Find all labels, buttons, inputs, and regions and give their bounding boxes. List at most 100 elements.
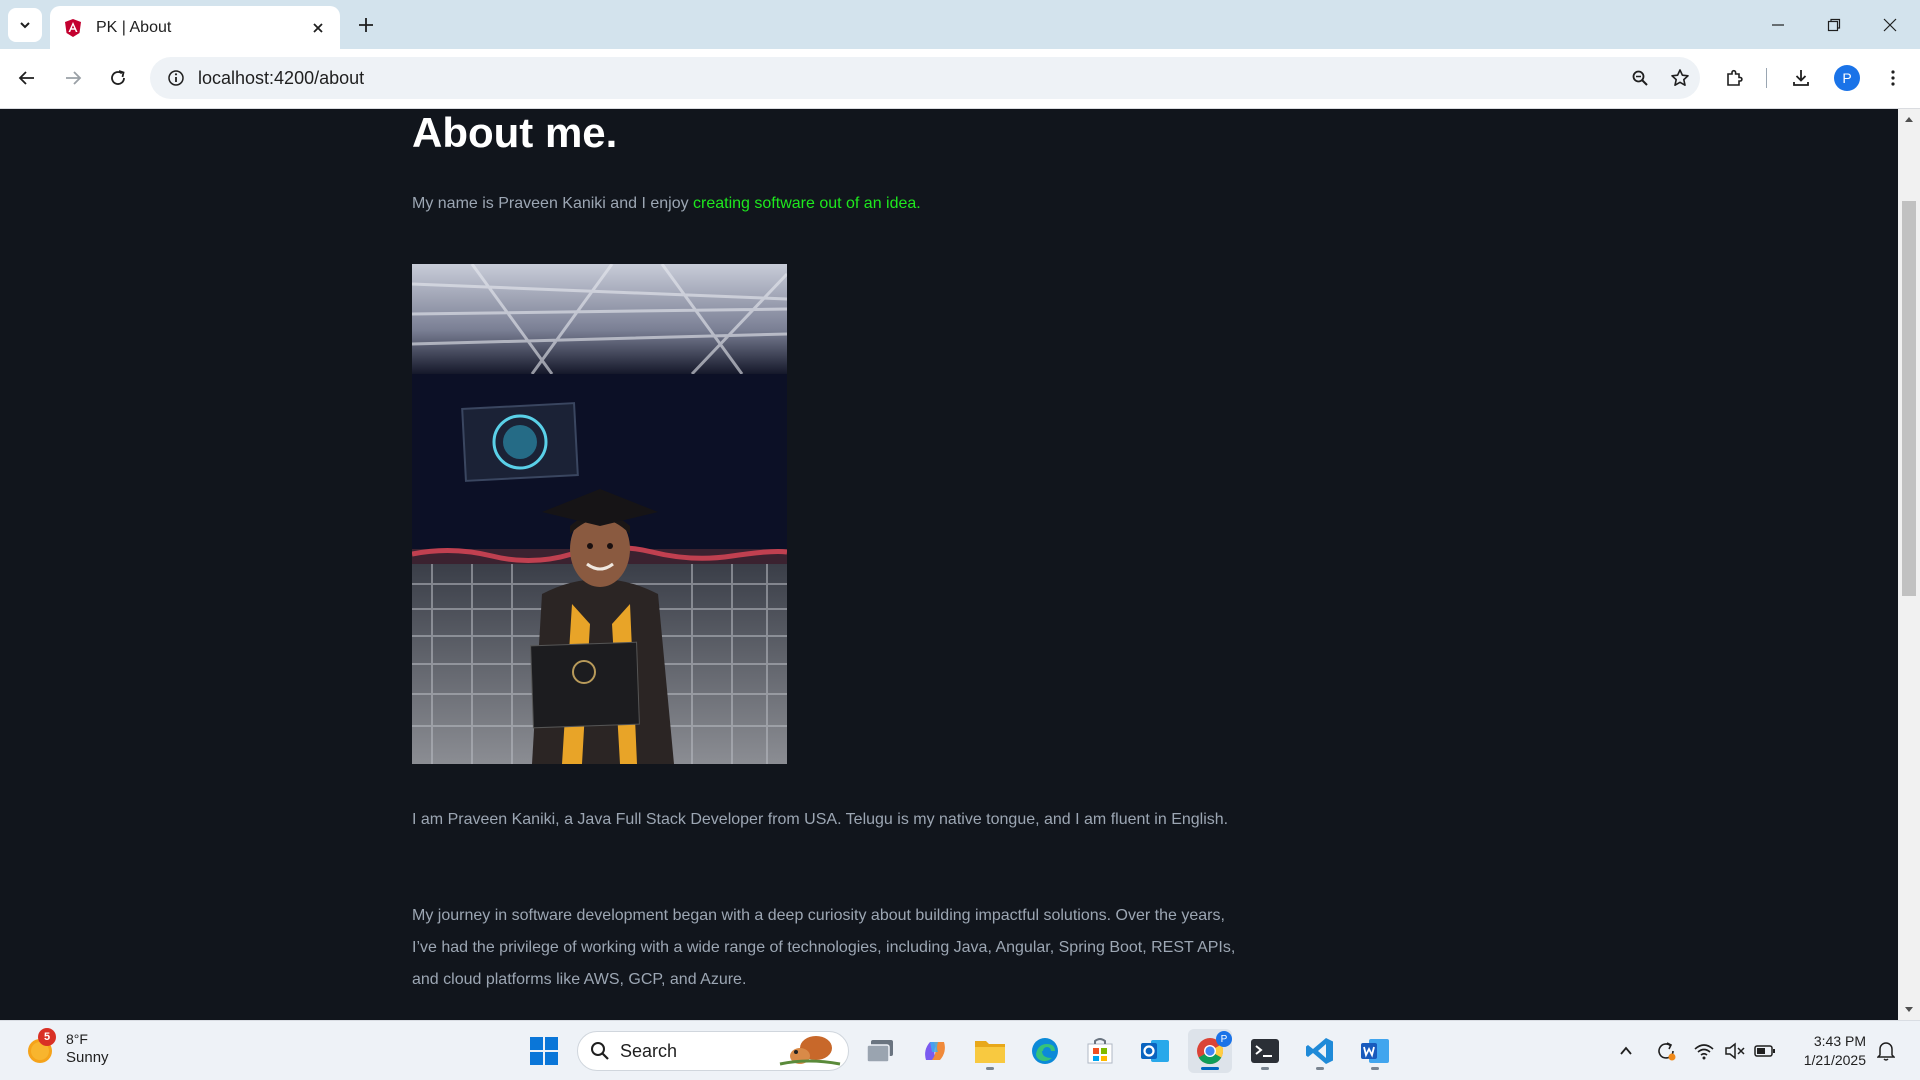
task-view-button[interactable] (858, 1029, 902, 1073)
weather-temperature: 8°F (66, 1031, 88, 1047)
angular-icon (62, 17, 84, 39)
restore-button[interactable] (1814, 8, 1854, 42)
copilot-button[interactable] (913, 1029, 957, 1073)
sun-icon: 5 (24, 1028, 58, 1066)
browser-menu-button[interactable] (1876, 61, 1910, 95)
edge-icon (1032, 1038, 1058, 1064)
extensions-button[interactable] (1718, 61, 1752, 95)
volume-button[interactable] (1723, 1039, 1747, 1063)
squirrel-icon (779, 1036, 841, 1066)
close-icon (1883, 18, 1897, 32)
download-icon (1793, 70, 1809, 86)
running-indicator (1261, 1067, 1269, 1070)
more-vertical-icon (1891, 70, 1895, 86)
vscode-icon (1306, 1038, 1333, 1064)
running-indicator (1316, 1067, 1324, 1070)
folder-icon (975, 1041, 1005, 1063)
scroll-down-icon[interactable] (1903, 1004, 1915, 1016)
browser-toolbar: localhost:4200/about P (0, 49, 1920, 109)
page-scrollbar[interactable] (1898, 109, 1920, 1020)
profile-avatar[interactable]: P (1834, 65, 1860, 91)
arrow-right-icon (66, 71, 82, 85)
file-explorer-button[interactable] (968, 1029, 1012, 1073)
zoom-icon[interactable] (1620, 57, 1660, 99)
word-button[interactable] (1353, 1029, 1397, 1073)
search-label: Search (620, 1040, 678, 1061)
running-indicator (986, 1067, 994, 1070)
chrome-profile-badge: P (1216, 1031, 1232, 1047)
bookmark-star-icon[interactable] (1660, 57, 1700, 99)
edge-button[interactable] (1023, 1029, 1067, 1073)
windows-logo-icon (530, 1037, 558, 1065)
taskbar-clock[interactable]: 3:43 PM 1/21/2025 (1790, 1032, 1866, 1070)
search-icon (591, 1042, 609, 1060)
active-indicator (1201, 1067, 1219, 1070)
profile-photo (412, 264, 787, 764)
address-bar[interactable]: localhost:4200/about (150, 57, 1700, 99)
store-icon (1087, 1038, 1113, 1064)
word-icon (1361, 1039, 1389, 1063)
wifi-button[interactable] (1692, 1039, 1716, 1063)
site-info-icon[interactable] (154, 57, 198, 99)
clock-time: 3:43 PM (1813, 1033, 1866, 1049)
new-tab-button[interactable] (352, 11, 380, 39)
windows-taskbar: 5 8°F Sunny Search P 3:43 PM 1/21/2025 (0, 1020, 1920, 1080)
chrome-button[interactable]: P (1188, 1029, 1232, 1073)
url-text[interactable]: localhost:4200/about (198, 68, 1620, 89)
weather-widget[interactable]: 5 8°F Sunny (24, 1028, 109, 1068)
page-title: About me. (412, 109, 618, 156)
copilot-icon (925, 1042, 945, 1060)
page-viewport: About me. My name is Praveen Kaniki and … (0, 109, 1898, 1020)
about-paragraph-2: My journey in software development began… (412, 907, 1236, 988)
minimize-button[interactable] (1758, 8, 1798, 42)
notifications-button[interactable] (1874, 1039, 1898, 1063)
scroll-up-icon[interactable] (1903, 113, 1915, 125)
intro-suffix: . (916, 195, 921, 212)
sync-icon (1658, 1042, 1676, 1061)
terminal-button[interactable] (1243, 1029, 1287, 1073)
task-view-icon (866, 1040, 893, 1063)
start-button[interactable] (522, 1029, 566, 1073)
chevron-up-icon (1620, 1046, 1632, 1055)
back-button[interactable] (10, 61, 44, 95)
show-hidden-icons-button[interactable] (1614, 1039, 1638, 1063)
terminal-icon (1251, 1039, 1279, 1063)
forward-button[interactable] (56, 61, 90, 95)
chevron-down-icon (20, 22, 30, 29)
bell-icon (1877, 1042, 1895, 1061)
browser-tab-active[interactable]: PK | About (50, 6, 340, 49)
sync-status-button[interactable] (1654, 1039, 1678, 1063)
vscode-button[interactable] (1298, 1029, 1342, 1073)
restore-icon (1827, 18, 1841, 32)
intro-prefix: My name is Praveen Kaniki and I enjoy (412, 195, 694, 212)
toolbar-separator (1766, 68, 1767, 88)
about-paragraph-1: I am Praveen Kaniki, a Java Full Stack D… (412, 811, 1229, 828)
minimize-icon (1772, 24, 1784, 26)
microsoft-store-button[interactable] (1078, 1029, 1122, 1073)
reload-button[interactable] (101, 61, 135, 95)
battery-button[interactable] (1753, 1039, 1777, 1063)
weather-alert-badge: 5 (38, 1028, 56, 1046)
intro-highlight: creating software out of an idea (693, 195, 917, 212)
scrollbar-thumb[interactable] (1902, 201, 1916, 596)
puzzle-icon (1727, 69, 1743, 86)
arrow-left-icon (18, 71, 34, 85)
running-indicator (1371, 1067, 1379, 1070)
battery-icon (1754, 1045, 1775, 1057)
intro-text: My name is Praveen Kaniki and I enjoy cr… (412, 195, 921, 213)
close-tab-icon[interactable] (308, 18, 328, 38)
clock-date: 1/21/2025 (1803, 1052, 1866, 1068)
browser-tab-bar: PK | About (0, 0, 1920, 49)
reload-icon (111, 70, 125, 85)
downloads-button[interactable] (1784, 61, 1818, 95)
outlook-icon (1141, 1040, 1169, 1062)
outlook-button[interactable] (1133, 1029, 1177, 1073)
weather-condition: Sunny (66, 1049, 109, 1066)
tab-title: PK | About (96, 18, 172, 36)
volume-muted-icon (1725, 1042, 1745, 1060)
taskbar-search[interactable]: Search (577, 1031, 849, 1071)
plus-icon (359, 18, 373, 32)
tab-search-button[interactable] (8, 8, 42, 42)
close-window-button[interactable] (1870, 8, 1910, 42)
wifi-icon (1694, 1044, 1714, 1060)
